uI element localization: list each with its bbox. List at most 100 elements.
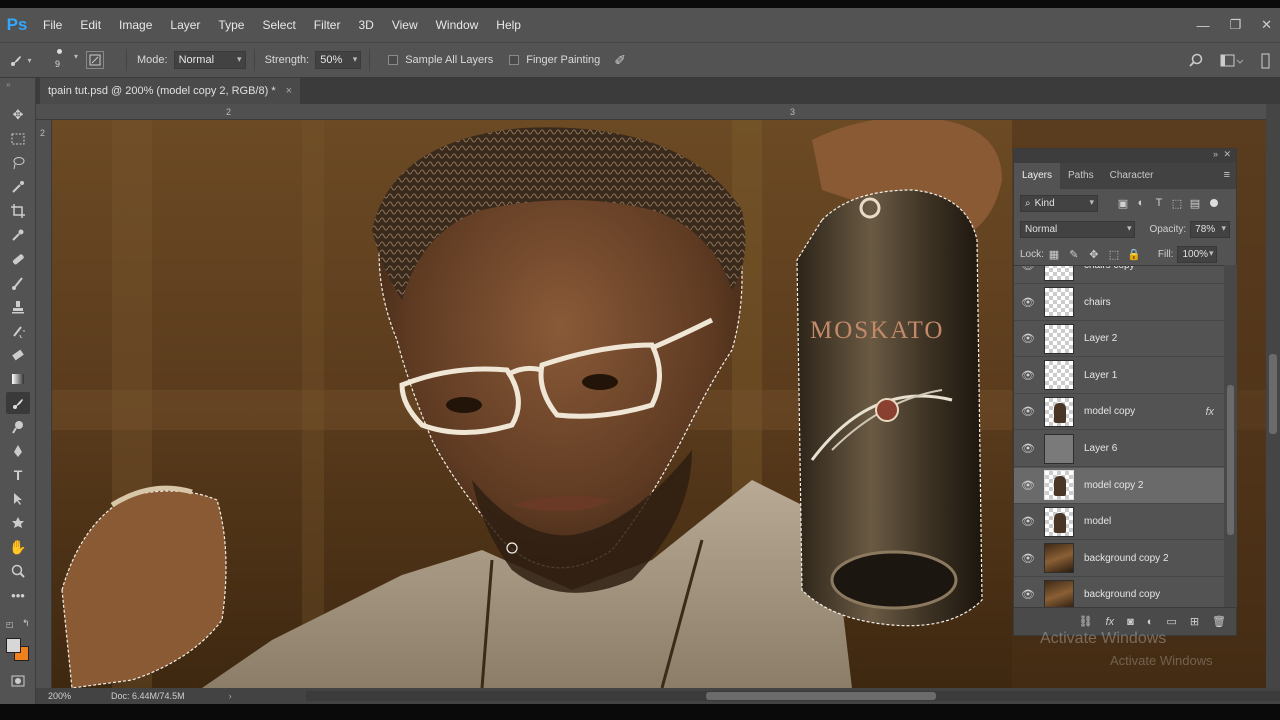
mode-select[interactable]: Normal ▾ [173, 51, 246, 69]
panel-menu-icon[interactable]: ≡ [1224, 169, 1230, 181]
menu-window[interactable]: Window [427, 8, 488, 42]
menu-type[interactable]: Type [209, 8, 253, 42]
adjustment-layer-icon[interactable]: ◐ [1147, 616, 1154, 628]
default-colors-icon[interactable]: ◰ [6, 620, 14, 629]
visibility-eye-icon[interactable]: 👁 [1014, 515, 1042, 528]
dodge-tool[interactable] [6, 416, 30, 438]
filter-toggle-icon[interactable] [1210, 199, 1218, 207]
lock-all-icon[interactable]: 🔒 [1124, 248, 1144, 261]
healing-tool[interactable] [6, 248, 30, 270]
workspace-icon[interactable] [1220, 53, 1244, 69]
visibility-eye-icon[interactable]: 👁 [1014, 552, 1042, 565]
visibility-eye-icon[interactable]: 👁 [1014, 405, 1042, 418]
visibility-eye-icon[interactable]: 👁 [1014, 442, 1042, 455]
visibility-eye-icon[interactable]: 👁 [1014, 332, 1042, 345]
smart-object-filter-icon[interactable]: ▤ [1186, 197, 1204, 210]
add-mask-icon[interactable]: ◙ [1127, 616, 1134, 628]
new-group-icon[interactable]: ▭ [1166, 615, 1176, 628]
layer-row[interactable]: 👁 background copy 2 [1014, 541, 1224, 577]
brush-panel-toggle[interactable] [86, 51, 104, 69]
menu-filter[interactable]: Filter [305, 8, 350, 42]
custom-shape-tool[interactable] [6, 512, 30, 534]
menu-file[interactable]: File [34, 8, 71, 42]
clone-stamp-tool[interactable] [6, 296, 30, 318]
close-window-icon[interactable]: ✕ [1261, 17, 1272, 33]
layer-row[interactable]: 👁 Layer 1 [1014, 358, 1224, 394]
delete-layer-icon[interactable]: 🗑 [1212, 615, 1226, 628]
status-arrow-icon[interactable]: › [229, 691, 232, 701]
doc-info[interactable]: Doc: 6.44M/74.5M [111, 691, 185, 701]
link-layers-icon[interactable]: ⛓ [1079, 615, 1093, 628]
eraser-tool[interactable] [6, 344, 30, 366]
more-tools[interactable]: ••• [6, 584, 30, 606]
minimize-icon[interactable]: — [1196, 18, 1209, 33]
document-tab[interactable]: tpain tut.psd @ 200% (model copy 2, RGB/… [40, 78, 301, 104]
gradient-tool[interactable] [6, 368, 30, 390]
smudge-tool-preset[interactable]: ▾ [0, 52, 40, 68]
path-select-tool[interactable] [6, 488, 30, 510]
history-brush-tool[interactable] [6, 320, 30, 342]
layer-row[interactable]: 👁 model copy 2 [1014, 467, 1224, 504]
foreground-color-swatch[interactable] [6, 638, 21, 653]
layers-scrollbar[interactable] [1224, 265, 1237, 607]
panel-title-bar[interactable]: » ✕ [1014, 149, 1236, 163]
pen-tool[interactable] [6, 440, 30, 462]
layers-list[interactable]: 👁 chairs copy 👁 chairs 👁 Layer 2 👁 Layer 1 👁 mode… [1014, 265, 1224, 607]
search-icon[interactable] [1188, 53, 1204, 69]
layer-row[interactable]: 👁 chairs [1014, 285, 1224, 321]
marquee-tool[interactable] [6, 128, 30, 150]
blend-mode-select[interactable]: Normal ▾ [1020, 221, 1136, 238]
layer-row[interactable]: 👁 Layer 2 [1014, 321, 1224, 358]
menu-view[interactable]: View [383, 8, 427, 42]
brush-tool[interactable] [6, 272, 30, 294]
quick-mask-toggle[interactable] [6, 670, 30, 692]
menu-select[interactable]: Select [253, 8, 304, 42]
layer-fx-badge[interactable]: fx [1205, 406, 1214, 418]
horizontal-ruler[interactable]: 2 3 [36, 104, 1268, 120]
vertical-scrollbar[interactable] [1266, 104, 1280, 688]
horizontal-scrollbar[interactable] [306, 691, 1280, 701]
zoom-tool[interactable] [6, 560, 30, 582]
menu-help[interactable]: Help [487, 8, 530, 42]
smudge-tool[interactable] [6, 392, 30, 414]
brush-size-picker[interactable]: 9 ▾ [40, 45, 86, 75]
fill-input[interactable]: 100% ▾ [1177, 246, 1218, 263]
fx-icon[interactable]: fx [1106, 616, 1115, 628]
layers-scroll-thumb[interactable] [1227, 385, 1234, 535]
lock-image-icon[interactable]: ✎ [1064, 248, 1084, 261]
finger-painting-checkbox[interactable] [509, 55, 520, 65]
lock-transparent-icon[interactable]: ▦ [1044, 248, 1064, 261]
tab-character[interactable]: Character [1102, 163, 1162, 189]
collapse-panel-icon[interactable]: » [1213, 149, 1218, 159]
vertical-scroll-thumb[interactable] [1269, 354, 1277, 434]
lock-position-icon[interactable]: ✥ [1084, 248, 1104, 261]
sample-all-layers-checkbox[interactable] [388, 55, 399, 65]
visibility-eye-icon[interactable]: 👁 [1014, 266, 1042, 272]
adjustment-filter-icon[interactable]: ◐ [1132, 197, 1150, 209]
tab-layers[interactable]: Layers [1014, 163, 1061, 189]
filter-kind-select[interactable]: ⌕ Kind ▾ [1020, 194, 1098, 212]
strength-input[interactable]: 50% ▾ [315, 51, 362, 69]
eyedropper-tool[interactable] [6, 224, 30, 246]
visibility-eye-icon[interactable]: 👁 [1014, 588, 1042, 601]
lock-artboard-icon[interactable]: ⬚ [1104, 248, 1124, 261]
layer-row[interactable]: 👁 Layer 6 [1014, 431, 1224, 467]
zoom-level[interactable]: 200% [48, 691, 71, 701]
menu-image[interactable]: Image [110, 8, 161, 42]
pressure-icon[interactable]: ✐ [614, 52, 626, 69]
menu-edit[interactable]: Edit [71, 8, 110, 42]
swap-colors-icon[interactable]: ↰ [22, 618, 30, 629]
new-layer-icon[interactable]: ⊞ [1190, 615, 1199, 628]
type-filter-icon[interactable]: T [1150, 197, 1168, 209]
quick-select-tool[interactable] [6, 176, 30, 198]
close-tab-icon[interactable]: × [286, 85, 292, 97]
move-tool[interactable]: ✥ [6, 104, 30, 126]
layer-row[interactable]: 👁 model [1014, 504, 1224, 541]
tab-paths[interactable]: Paths [1060, 163, 1102, 189]
visibility-eye-icon[interactable]: 👁 [1014, 369, 1042, 382]
layer-row[interactable]: 👁 chairs copy [1014, 266, 1224, 284]
vertical-ruler[interactable]: 2 [36, 120, 52, 688]
lasso-tool[interactable] [6, 152, 30, 174]
type-tool[interactable]: T [6, 464, 30, 486]
opacity-input[interactable]: 78% ▾ [1190, 221, 1230, 238]
